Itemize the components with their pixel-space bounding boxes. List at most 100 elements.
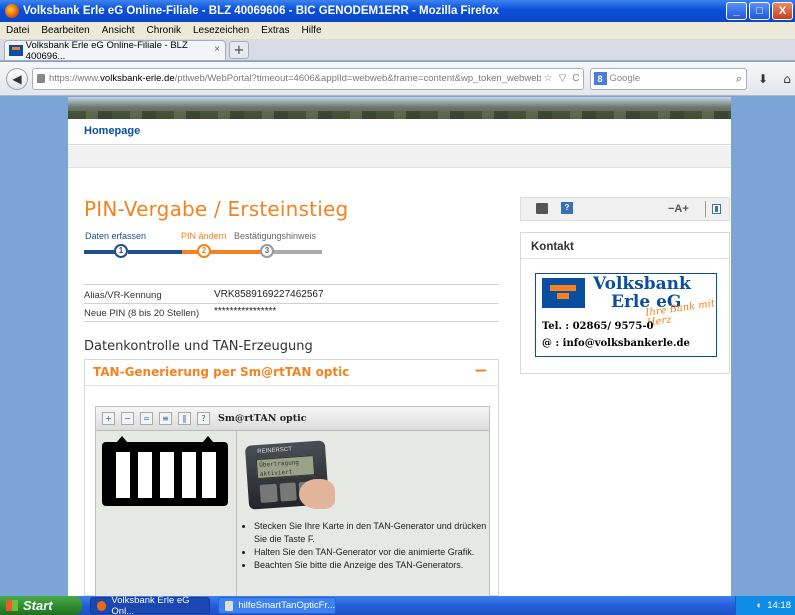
step-1-circle: 1	[114, 244, 128, 258]
url-prefix: https://www.	[48, 73, 101, 84]
menu-hilfe[interactable]: Hilfe	[296, 25, 328, 36]
menu-extras[interactable]: Extras	[255, 25, 295, 36]
volksbank-logo-icon	[542, 278, 585, 308]
alias-label: Alias/VR-Kennung	[84, 290, 162, 301]
menu-chronik[interactable]: Chronik	[141, 25, 187, 36]
system-tray: ◖ 14:18	[735, 596, 795, 615]
network-icon[interactable]: ◖	[755, 600, 761, 611]
url-dropdown-icon[interactable]: ▽	[559, 73, 567, 84]
toolbox-separator	[705, 201, 706, 217]
taskbar-item-help[interactable]: hilfeSmartTanOpticFr...	[218, 597, 336, 614]
tan-accordion: TAN-Generierung per Sm@rtTAN optic − + −…	[84, 359, 499, 596]
tab-volksbank[interactable]: Volksbank Erle eG Online-Filiale - BLZ 4…	[4, 39, 226, 62]
divider	[84, 321, 499, 322]
windows-taskbar: Start Volksbank Erle eG Onl... hilfeSmar…	[0, 594, 795, 615]
minimize-button[interactable]: _	[726, 2, 747, 20]
new-pin-value: ****************	[214, 306, 277, 317]
taskbar-item-label: hilfeSmartTanOpticFr...	[238, 600, 335, 611]
search-input[interactable]: Google	[610, 73, 641, 84]
flicker-bar	[138, 452, 152, 498]
header-banner-image	[68, 97, 731, 119]
step-1-label: Daten erfassen	[85, 231, 147, 241]
bookmark-star-icon[interactable]: ☆	[544, 73, 553, 84]
url-domain: volksbank-erle.de	[100, 73, 175, 84]
applet-divider	[236, 431, 237, 596]
menu-lesezeichen[interactable]: Lesezeichen	[187, 25, 255, 36]
menu-ansicht[interactable]: Ansicht	[96, 25, 141, 36]
page-title: PIN-Vergabe / Ersteinstieg	[84, 197, 349, 221]
pause-icon[interactable]: ‖	[178, 412, 191, 425]
faster-icon[interactable]: ≡	[159, 412, 172, 425]
applet-toolbar: + − = ≡ ‖ ? Sm@rtTAN optic	[96, 407, 489, 431]
volksbank-contact-card: Volksbank Erle eG Ihre Bank mit Herz Tel…	[535, 273, 717, 357]
help-box-icon[interactable]: ?	[561, 202, 573, 214]
volksbank-favicon-icon	[9, 45, 23, 56]
tan-generator-image: REINERSCT Übertragung aktiviert	[243, 437, 343, 510]
page-tools: ? −A+	[520, 197, 730, 221]
start-button[interactable]: Start	[0, 596, 82, 615]
windows-logo-icon	[6, 600, 18, 611]
step-2-label: PIN ändern	[181, 231, 227, 241]
search-bar[interactable]: 8 Google ⌕	[589, 67, 748, 90]
search-engine-icon[interactable]: 8	[593, 72, 607, 85]
menu-datei[interactable]: Datei	[0, 25, 35, 36]
font-size-control[interactable]: −A+	[668, 203, 689, 215]
contact-header: Kontakt	[521, 233, 729, 259]
tab-bar: Volksbank Erle eG Online-Filiale - BLZ 4…	[0, 39, 795, 62]
url-path: /ptlweb/WebPortal?timeout=4606&applId=we…	[174, 73, 574, 84]
top-navigation: Homepage	[68, 119, 731, 145]
step-3-label: Bestätigungshinweis	[234, 231, 317, 241]
bank-name-line-1: Volksbank	[593, 274, 691, 294]
homepage-link[interactable]: Homepage	[84, 125, 140, 137]
step-2-line-b	[210, 250, 260, 254]
applet-title: Sm@rtTAN optic	[218, 413, 307, 424]
bank-page: Homepage PIN-Vergabe / Ersteinstieg Date…	[68, 97, 731, 596]
back-button[interactable]: ◀	[6, 67, 28, 90]
menu-bearbeiten[interactable]: Bearbeiten	[35, 25, 95, 36]
step-1-line-b	[128, 250, 182, 254]
layout-toggle-icon[interactable]	[712, 204, 721, 214]
step-2-circle: 2	[197, 244, 211, 258]
document-icon	[225, 600, 234, 611]
slower-icon[interactable]: =	[140, 412, 153, 425]
step-3-circle: 3	[260, 244, 274, 258]
download-icon[interactable]: ⬇	[755, 72, 771, 86]
tab-label: Volksbank Erle eG Online-Filiale - BLZ 4…	[25, 39, 188, 62]
progress-steps: Daten erfassen PIN ändern Bestätigungshi…	[84, 231, 324, 261]
menu-bar: Datei Bearbeiten Ansicht Chronik Lesezei…	[0, 22, 795, 39]
device-brand: REINERSCT	[257, 446, 293, 456]
instruction-list: Stecken Sie Ihre Karte in den TAN-Genera…	[242, 520, 490, 572]
page-viewport: Homepage PIN-Vergabe / Ersteinstieg Date…	[0, 97, 795, 596]
lock-icon	[36, 74, 45, 83]
close-window-button[interactable]: X	[772, 2, 793, 20]
home-icon[interactable]: ⌂	[779, 72, 795, 86]
taskbar-item-firefox[interactable]: Volksbank Erle eG Onl...	[90, 594, 210, 615]
device-screen: Übertragung aktiviert	[255, 455, 316, 480]
flicker-marker-right	[202, 436, 214, 443]
zoom-in-icon[interactable]: +	[102, 412, 115, 425]
print-icon[interactable]	[536, 203, 548, 214]
smarttan-applet: + − = ≡ ‖ ? Sm@rtTAN optic REINERSCT Übe…	[95, 406, 490, 596]
instruction-item: Beachten Sie bitte die Anzeige des TAN-G…	[254, 559, 490, 572]
tab-close-icon[interactable]: ×	[214, 44, 220, 55]
clock: 14:18	[767, 600, 791, 611]
taskbar-item-label: Volksbank Erle eG Onl...	[111, 594, 190, 615]
contact-email: @ : info@volksbankerle.de	[542, 338, 690, 349]
new-tab-button[interactable]: +	[229, 41, 249, 59]
contact-title: Kontakt	[531, 241, 574, 253]
start-label: Start	[23, 598, 53, 613]
flicker-bar	[202, 452, 216, 498]
accordion-title: TAN-Generierung per Sm@rtTAN optic	[93, 365, 350, 379]
help-icon[interactable]: ?	[197, 412, 210, 425]
collapse-icon[interactable]: −	[474, 361, 488, 381]
accordion-header[interactable]: TAN-Generierung per Sm@rtTAN optic −	[85, 360, 498, 386]
url-bar[interactable]: https://www. volksbank-erle.de/ptlweb/Web…	[31, 67, 584, 90]
maximize-button[interactable]: □	[749, 2, 770, 20]
search-icon[interactable]: ⌕	[736, 73, 742, 86]
new-pin-label: Neue PIN (8 bis 20 Stellen)	[84, 308, 200, 319]
instruction-item: Stecken Sie Ihre Karte in den TAN-Genera…	[254, 520, 490, 546]
contact-box: Kontakt Volksbank Erle eG Ihre Bank mit …	[520, 232, 730, 374]
alias-value: VRK8589169227462567	[214, 289, 324, 300]
reload-icon[interactable]: C	[572, 73, 579, 84]
zoom-out-icon[interactable]: −	[121, 412, 134, 425]
